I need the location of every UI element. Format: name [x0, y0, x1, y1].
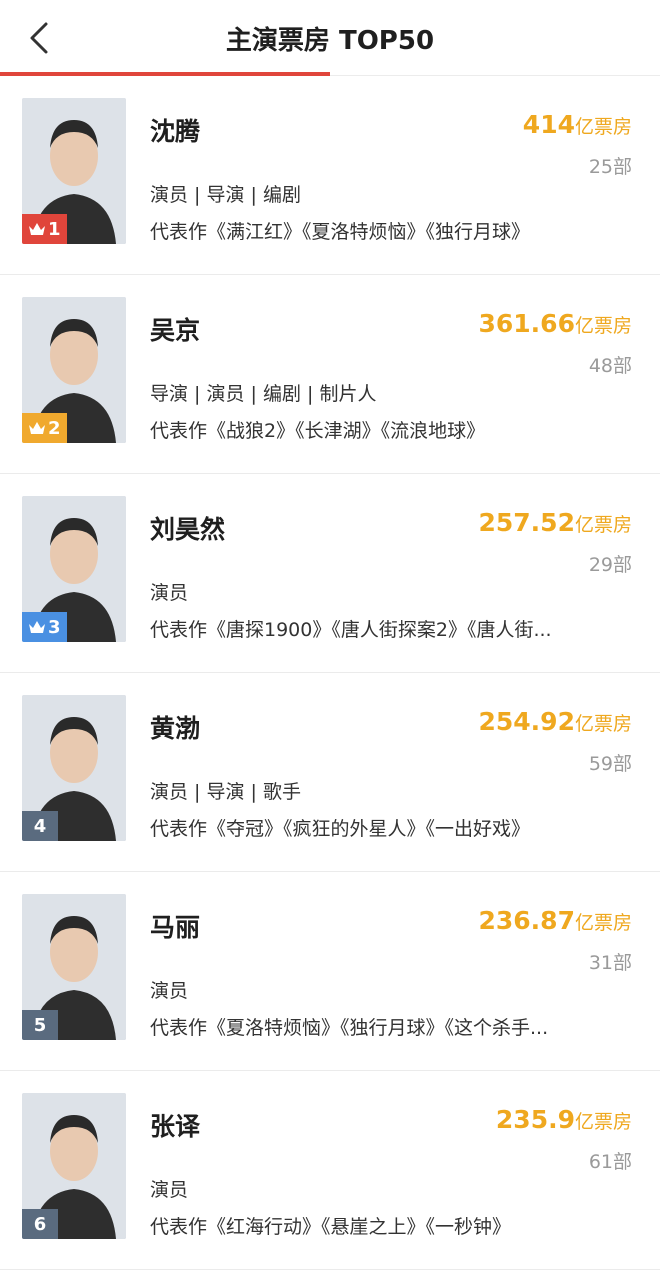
- rank-badge: 3: [22, 612, 67, 642]
- box-office: 254.92亿票房: [479, 707, 633, 736]
- box-office: 235.9亿票房: [496, 1105, 632, 1134]
- actor-avatar[interactable]: 4: [22, 695, 126, 841]
- rank-number: 3: [48, 616, 61, 638]
- rank-badge: 2: [22, 413, 67, 443]
- actor-roles: 演员 | 导演 | 编剧: [150, 184, 301, 206]
- page-title: 主演票房 TOP50: [225, 26, 435, 56]
- actor-row[interactable]: 5 马丽 236.87亿票房 31部 演员 代表作《夏洛特烦恼》《独行月球》《这…: [0, 872, 660, 1071]
- film-count: 48部: [588, 355, 632, 377]
- film-count: 59部: [588, 753, 632, 775]
- rank-number: 4: [33, 815, 47, 837]
- actor-row[interactable]: 2 吴京 361.66亿票房 48部 导演 | 演员 | 编剧 | 制片人 代表…: [0, 275, 660, 474]
- actor-name[interactable]: 吴京: [150, 311, 200, 347]
- actor-row[interactable]: 6 张译 235.9亿票房 61部 演员 代表作《红海行动》《悬崖之上》《一秒钟…: [0, 1071, 660, 1270]
- box-office: 236.87亿票房: [479, 906, 633, 935]
- rank-number: 1: [48, 218, 61, 240]
- representative-works: 代表作《红海行动》《悬崖之上》《一秒钟》: [150, 1216, 512, 1238]
- rank-number: 5: [33, 1014, 47, 1036]
- box-office-unit: 亿票房: [574, 1111, 632, 1133]
- box-office-unit: 亿票房: [574, 912, 632, 934]
- rank-badge: 4: [22, 811, 58, 841]
- rank-badge: 5: [22, 1010, 58, 1040]
- crown-icon: [28, 421, 46, 435]
- box-office-value: 236.87: [478, 906, 575, 935]
- box-office-unit: 亿票房: [574, 315, 632, 337]
- actor-roles: 演员 | 导演 | 歌手: [150, 781, 301, 803]
- actor-list: 1 沈腾 414亿票房 25部 演员 | 导演 | 编剧 代表作《满江红》《夏洛…: [0, 76, 660, 1270]
- actor-name[interactable]: 黄渤: [150, 709, 200, 745]
- crown-icon: [28, 620, 46, 634]
- box-office-unit: 亿票房: [574, 514, 632, 536]
- actor-name[interactable]: 张译: [150, 1107, 200, 1143]
- actor-avatar[interactable]: 2: [22, 297, 126, 443]
- box-office-value: 414: [522, 110, 575, 139]
- box-office: 361.66亿票房: [479, 309, 633, 338]
- actor-avatar[interactable]: 3: [22, 496, 126, 642]
- rank-number: 2: [48, 417, 61, 439]
- box-office-value: 254.92: [478, 707, 575, 736]
- actor-roles: 演员: [150, 1179, 189, 1201]
- actor-row[interactable]: 3 刘昊然 257.52亿票房 29部 演员 代表作《唐探1900》《唐人街探案…: [0, 474, 660, 673]
- rank-badge: 1: [22, 214, 67, 244]
- box-office-value: 361.66: [478, 309, 575, 338]
- actor-roles: 演员: [150, 582, 189, 604]
- film-count: 61部: [588, 1151, 632, 1173]
- film-count: 29部: [588, 554, 632, 576]
- box-office-unit: 亿票房: [574, 713, 632, 735]
- film-count: 25部: [588, 156, 632, 178]
- representative-works: 代表作《唐探1900》《唐人街探案2》《唐人街...: [150, 619, 552, 641]
- actor-row[interactable]: 1 沈腾 414亿票房 25部 演员 | 导演 | 编剧 代表作《满江红》《夏洛…: [0, 76, 660, 275]
- crown-icon: [28, 222, 46, 236]
- box-office: 257.52亿票房: [479, 508, 633, 537]
- header: 主演票房 TOP50: [0, 0, 660, 76]
- box-office-value: 257.52: [478, 508, 575, 537]
- actor-avatar[interactable]: 5: [22, 894, 126, 1040]
- rank-number: 6: [33, 1213, 47, 1235]
- actor-roles: 演员: [150, 980, 189, 1002]
- representative-works: 代表作《战狼2》《长津湖》《流浪地球》: [150, 420, 486, 442]
- actor-name[interactable]: 马丽: [150, 908, 200, 944]
- representative-works: 代表作《夺冠》《疯狂的外星人》《一出好戏》: [150, 818, 531, 840]
- actor-avatar[interactable]: 1: [22, 98, 126, 244]
- rank-badge: 6: [22, 1209, 58, 1239]
- box-office-unit: 亿票房: [574, 116, 632, 138]
- representative-works: 代表作《夏洛特烦恼》《独行月球》《这个杀手...: [150, 1017, 549, 1039]
- representative-works: 代表作《满江红》《夏洛特烦恼》《独行月球》: [150, 221, 531, 243]
- actor-name[interactable]: 刘昊然: [150, 510, 225, 546]
- film-count: 31部: [588, 952, 632, 974]
- box-office-value: 235.9: [495, 1105, 575, 1134]
- actor-row[interactable]: 4 黄渤 254.92亿票房 59部 演员 | 导演 | 歌手 代表作《夺冠》《…: [0, 673, 660, 872]
- actor-avatar[interactable]: 6: [22, 1093, 126, 1239]
- box-office: 414亿票房: [523, 110, 632, 139]
- actor-name[interactable]: 沈腾: [150, 112, 200, 148]
- actor-roles: 导演 | 演员 | 编剧 | 制片人: [150, 383, 377, 405]
